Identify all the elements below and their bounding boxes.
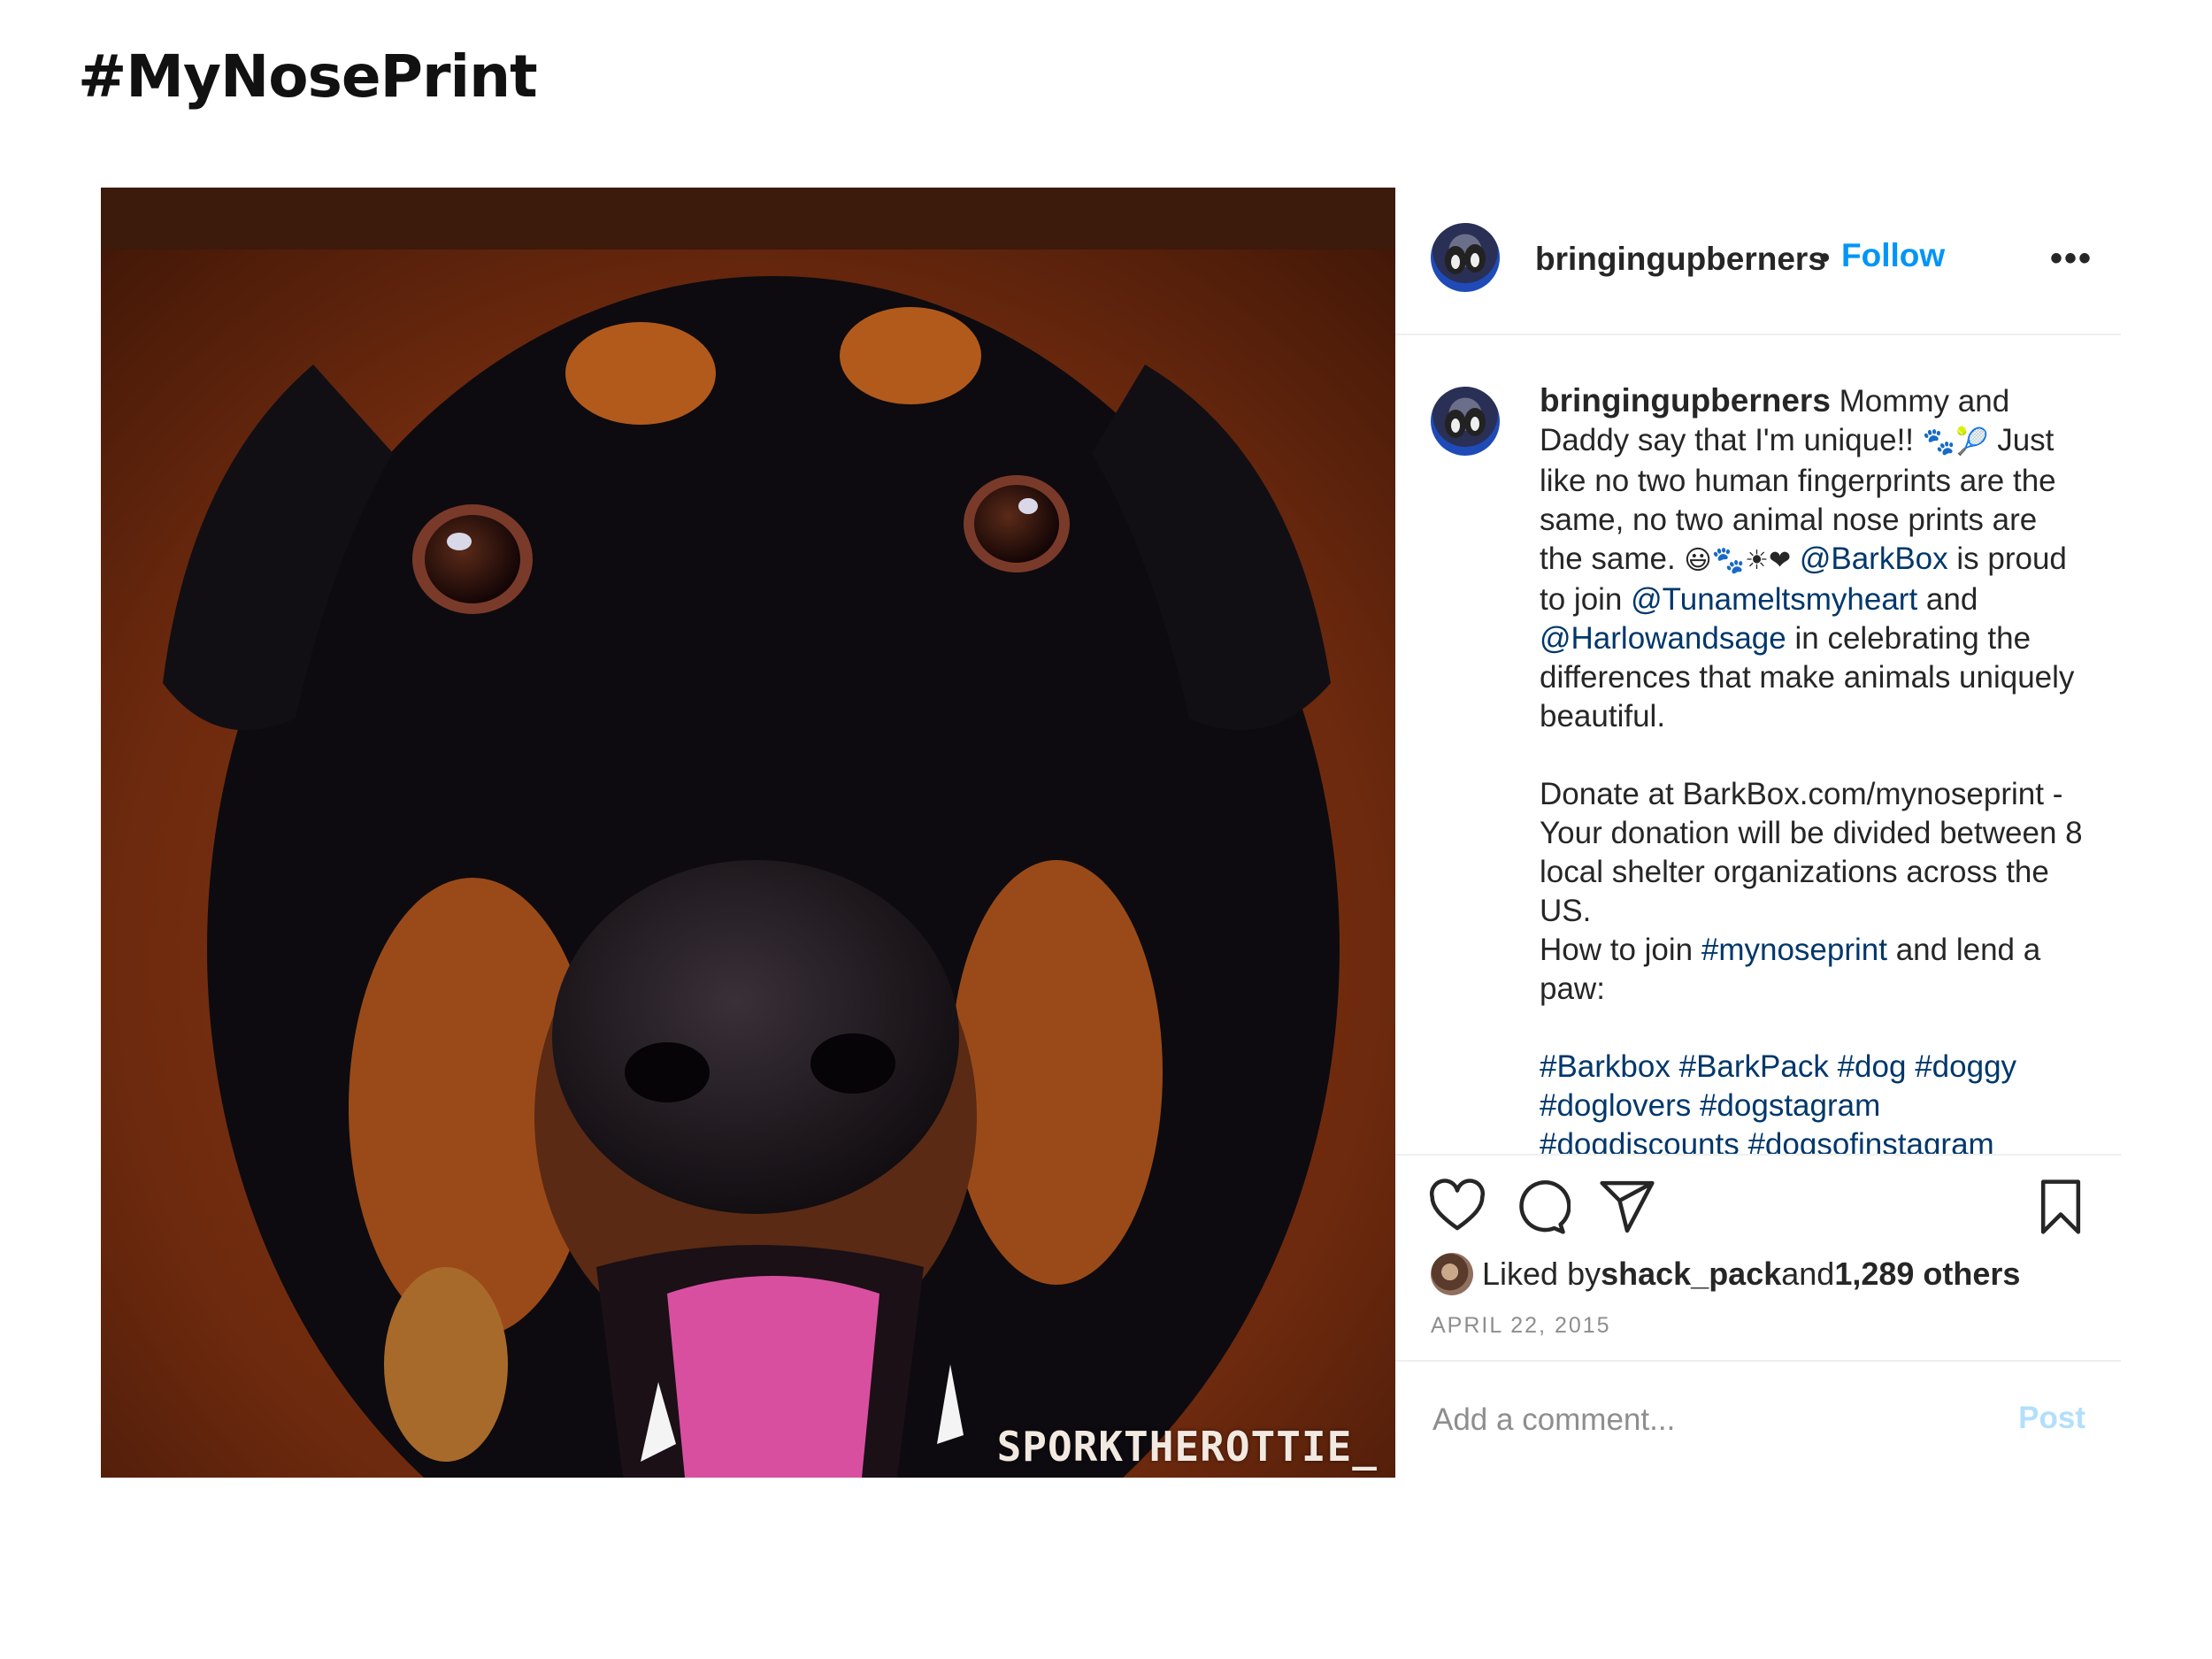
heart-icon[interactable] [1427, 1177, 1487, 1237]
comment-bubble-icon[interactable] [1510, 1177, 1571, 1237]
liker-username[interactable]: shack_pack [1601, 1256, 1781, 1293]
caption-text-segment [1691, 1088, 1700, 1123]
likes-summary: Liked by shack_pack and 1,289 others [1431, 1248, 2020, 1301]
caption-scroll-area[interactable]: bringingupberners Mommy and Daddy say th… [1395, 335, 2121, 1156]
caption-link[interactable]: @Harlowandsage [1540, 621, 1786, 656]
caption-link[interactable]: #dog [1838, 1049, 1907, 1084]
header-separator: • [1819, 239, 1831, 275]
caption-hashtags: #Barkbox #BarkPack #dog #doggy #doglover… [1540, 1048, 2088, 1154]
follow-button[interactable]: Follow [1841, 237, 1945, 274]
post-date[interactable]: APRIL 22, 2015 [1431, 1313, 1611, 1339]
post-side-panel: bringingupberners • Follow ••• bringingu… [1395, 188, 2121, 1478]
caption-link[interactable]: @BarkBox [1800, 541, 1948, 576]
caption-text-segment [1906, 1049, 1915, 1084]
action-bar [1395, 1177, 2121, 1248]
caption-text-segment [1829, 1049, 1838, 1084]
caption-text-segment [1740, 1127, 1748, 1154]
caption-avatar[interactable] [1431, 387, 1500, 456]
bookmark-icon[interactable] [2031, 1177, 2091, 1237]
author-username[interactable]: bringingupberners [1535, 241, 1826, 278]
caption-text-segment [1671, 1049, 1679, 1084]
caption-link[interactable]: #Barkbox [1540, 1049, 1671, 1084]
likes-prefix: Liked by [1482, 1256, 1601, 1292]
caption-username[interactable]: bringingupberners [1540, 382, 1831, 419]
caption-link[interactable]: @Tunameltsmyheart [1631, 582, 1917, 617]
caption-emoji: 🐾🎾 [1922, 426, 1989, 457]
likes-middle: and [1781, 1256, 1835, 1292]
post-photo[interactable]: SPORKTHEROTTIE_ [101, 188, 1395, 1478]
caption-link[interactable]: #dogdiscounts [1540, 1127, 1740, 1154]
comment-input[interactable] [1431, 1397, 1983, 1443]
page-heading: #MyNosePrint [78, 42, 538, 111]
caption-link[interactable]: #mynoseprint [1701, 933, 1887, 967]
more-options-button[interactable]: ••• [2050, 239, 2093, 279]
dog-photo-illustration [101, 188, 1395, 1478]
caption-link[interactable]: #doggy [1915, 1049, 2016, 1084]
caption-link[interactable]: #doglovers [1540, 1088, 1691, 1123]
caption-emoji: 😃🐾☀❤ [1684, 545, 1792, 576]
caption-text-segment [1791, 541, 1800, 576]
author-avatar[interactable] [1431, 223, 1500, 292]
caption-link[interactable]: #dogsofinstagram [1747, 1127, 1993, 1154]
caption-link[interactable]: #dogstagram [1700, 1088, 1880, 1123]
post-comment-button[interactable]: Post [2018, 1401, 2085, 1436]
caption-text-segment: How to join [1540, 933, 1701, 967]
caption-text-segment: and [1917, 582, 1978, 617]
photo-watermark: SPORKTHEROTTIE_ [996, 1423, 1378, 1471]
paper-plane-icon[interactable] [1597, 1177, 1657, 1237]
likes-count[interactable]: 1,289 others [1834, 1256, 2020, 1293]
caption-text: bringingupberners Mommy and Daddy say th… [1540, 381, 2088, 1154]
caption-donate-paragraph: Donate at BarkBox.com/mynoseprint - Your… [1540, 777, 2083, 928]
liker-avatar[interactable] [1431, 1253, 1473, 1295]
post-header: bringingupberners • Follow ••• [1395, 188, 2121, 335]
caption-link[interactable]: #BarkPack [1679, 1049, 1829, 1084]
comment-box: Post [1395, 1360, 2121, 1477]
